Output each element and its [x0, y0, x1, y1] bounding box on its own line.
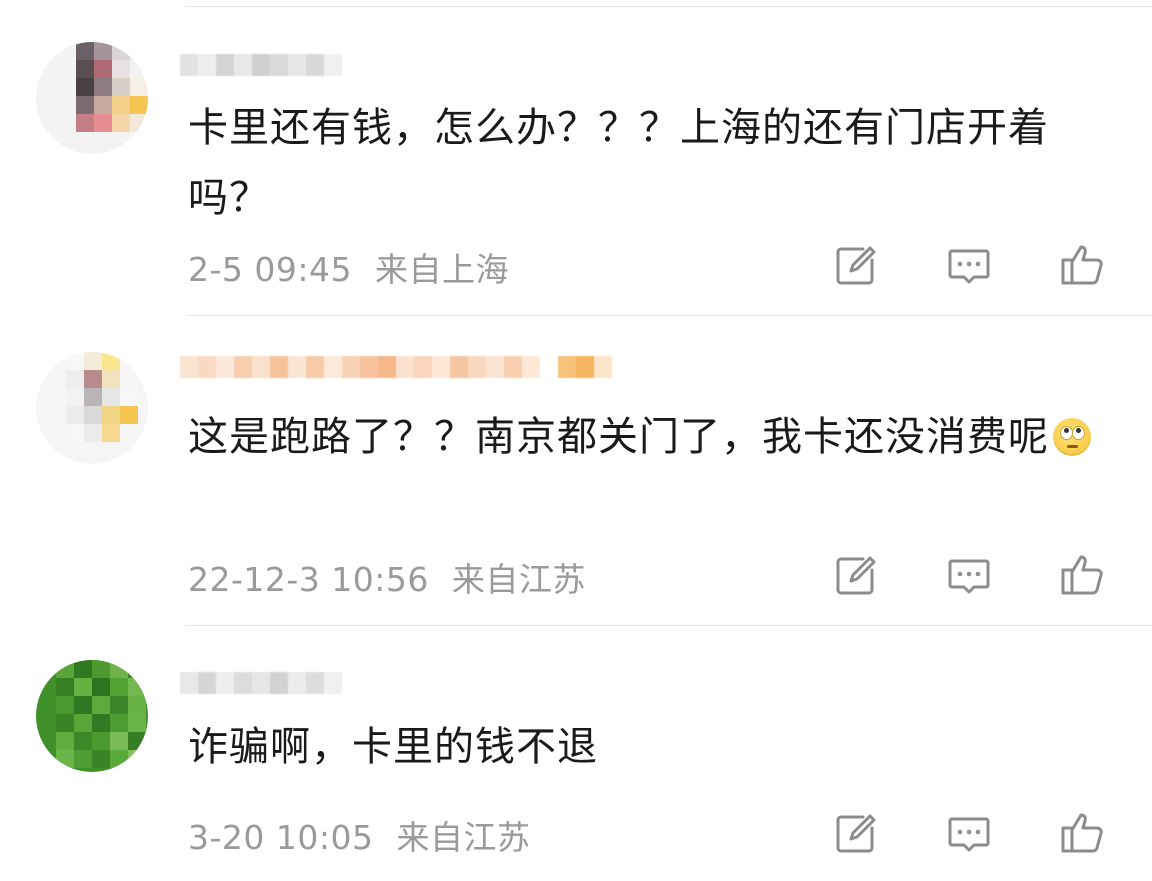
divider: [186, 625, 1152, 626]
comment-text: 诈骗啊，卡里的钱不退: [188, 724, 598, 770]
share-edit-icon[interactable]: [833, 811, 879, 857]
thumbs-up-icon[interactable]: [1059, 551, 1105, 597]
username-blurred[interactable]: [180, 662, 342, 704]
comment-time: 3-20 10:05: [188, 818, 374, 857]
comment-location: 来自江苏: [451, 560, 586, 599]
avatar[interactable]: [36, 352, 148, 464]
username-blurred[interactable]: [180, 44, 342, 86]
comment-meta: 22-12-3 10:56 来自江苏: [188, 553, 586, 601]
comment-text-content: 这是跑路了？？南京都关门了，我卡还没消费呢: [188, 414, 1049, 460]
comment-time: 2-5 09:45: [188, 250, 352, 289]
comment-reply-icon[interactable]: [946, 243, 992, 289]
comment-meta: 2-5 09:45 来自上海: [188, 243, 509, 291]
comment-text: 这是跑路了？？南京都关门了，我卡还没消费呢: [188, 402, 1108, 472]
username-blurred[interactable]: [180, 346, 612, 388]
eye-roll-emoji: [1053, 418, 1091, 456]
share-edit-icon[interactable]: [833, 243, 879, 289]
comment-location: 来自上海: [375, 250, 509, 289]
comment-text: 卡里还有钱，怎么办？？？上海的还有门店开着吗？: [188, 105, 1049, 221]
avatar[interactable]: [36, 660, 148, 772]
comment-meta: 3-20 10:05 来自江苏: [188, 811, 531, 859]
thumbs-up-icon[interactable]: [1059, 809, 1105, 855]
avatar[interactable]: [36, 42, 148, 154]
divider: [186, 315, 1152, 316]
divider: [186, 6, 1152, 7]
comment-time: 22-12-3 10:56: [188, 560, 429, 599]
thumbs-up-icon[interactable]: [1059, 241, 1105, 287]
share-edit-icon[interactable]: [833, 553, 879, 599]
comment-reply-icon[interactable]: [946, 553, 992, 599]
comment-location: 来自江苏: [396, 818, 531, 857]
comment-reply-icon[interactable]: [946, 811, 992, 857]
